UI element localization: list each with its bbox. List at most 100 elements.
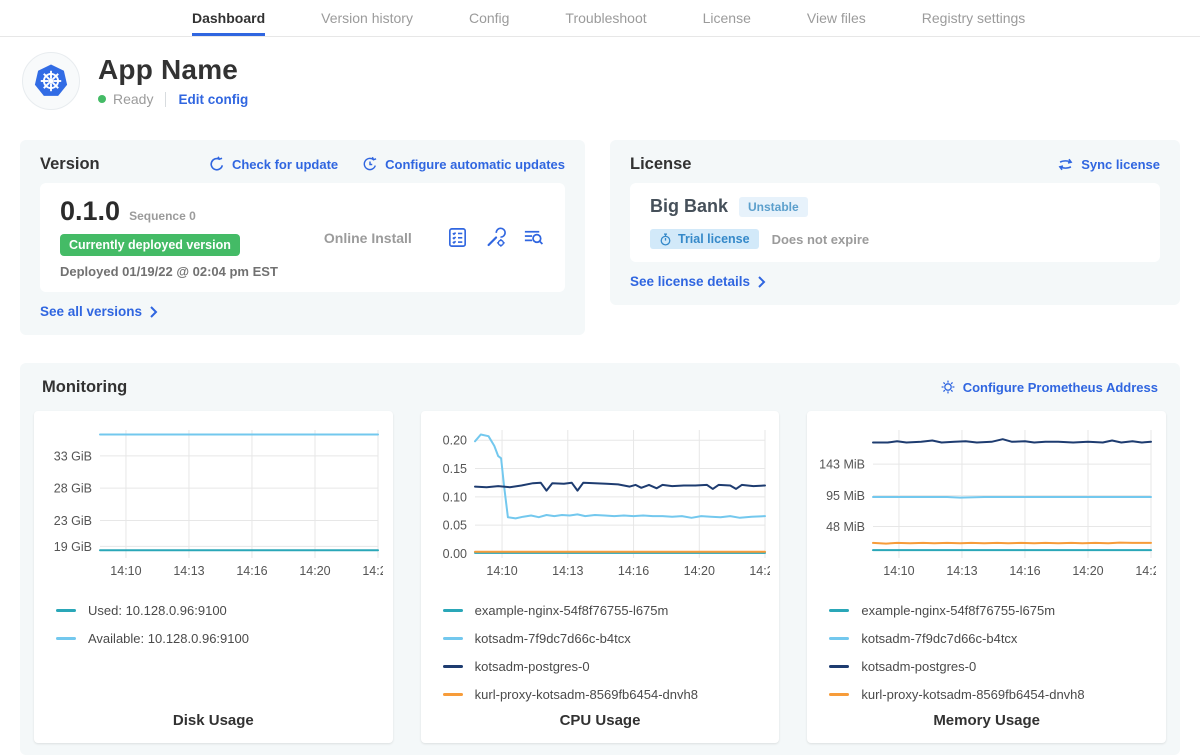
version-card-title: Version [40, 155, 100, 174]
legend-label: kotsadm-7f9dc7d66c-b4tcx [475, 631, 631, 646]
version-card: Version Check for update Configure au [20, 140, 585, 335]
refresh-icon [209, 156, 225, 172]
chart-title: CPU Usage [429, 712, 772, 731]
customer-name: Big Bank [650, 196, 728, 217]
chart-title: Disk Usage [42, 712, 385, 731]
chart-plot-disk-usage: 14:1014:1314:1614:2014:2319 GiB23 GiB28 … [42, 423, 383, 583]
chevron-right-icon [757, 276, 766, 288]
tab-license[interactable]: License [703, 0, 751, 36]
svg-text:19 GiB: 19 GiB [54, 540, 92, 554]
gear-icon [940, 379, 956, 395]
view-config-icon[interactable] [484, 226, 507, 249]
svg-text:14:10: 14:10 [884, 564, 915, 578]
license-box: Big Bank Unstable Trial license Does not… [630, 183, 1160, 262]
legend-label: kotsadm-7f9dc7d66c-b4tcx [861, 631, 1017, 646]
see-all-versions-link[interactable]: See all versions [40, 304, 158, 319]
legend-label: example-nginx-54f8f76755-l675m [475, 603, 669, 618]
status-dot [98, 95, 106, 103]
legend-item: kurl-proxy-kotsadm-8569fb6454-dnvh8 [443, 680, 772, 708]
legend-label: kurl-proxy-kotsadm-8569fb6454-dnvh8 [861, 687, 1084, 702]
tab-version-history[interactable]: Version history [321, 0, 413, 36]
legend-label: kotsadm-postgres-0 [861, 659, 976, 674]
chevron-right-icon [149, 306, 158, 318]
top-nav: Dashboard Version history Config Troublesho… [0, 0, 1200, 37]
divider [165, 92, 166, 107]
svg-text:23 GiB: 23 GiB [54, 514, 92, 528]
svg-text:14:16: 14:16 [236, 564, 267, 578]
svg-text:14:23: 14:23 [1136, 564, 1157, 578]
deployed-badge: Currently deployed version [60, 234, 240, 256]
see-license-details-link[interactable]: See license details [630, 274, 766, 289]
svg-text:0.10: 0.10 [442, 490, 466, 504]
app-header: App Name Ready Edit config [0, 37, 1200, 110]
license-card-title: License [630, 155, 691, 174]
kubernetes-icon [29, 59, 73, 103]
status-text: Ready [113, 91, 153, 107]
svg-text:28 GiB: 28 GiB [54, 482, 92, 496]
legend-label: kotsadm-postgres-0 [475, 659, 590, 674]
legend-dash-icon [829, 609, 849, 612]
license-expiration: Does not expire [772, 232, 870, 247]
svg-text:0.05: 0.05 [442, 519, 466, 533]
chart-plot-cpu-usage: 14:1014:1314:1614:2014:230.000.050.100.1… [429, 423, 770, 583]
legend-dash-icon [829, 665, 849, 668]
legend-item: Used: 10.128.0.96:9100 [56, 596, 385, 624]
version-number: 0.1.0 [60, 196, 120, 227]
svg-text:14:16: 14:16 [1010, 564, 1041, 578]
chart-legend: example-nginx-54f8f76755-l675m kotsadm-7f… [443, 596, 772, 708]
configure-prometheus-button[interactable]: Configure Prometheus Address [940, 379, 1158, 395]
legend-label: kurl-proxy-kotsadm-8569fb6454-dnvh8 [475, 687, 698, 702]
sync-icon [1057, 157, 1074, 172]
configure-automatic-updates-button[interactable]: Configure automatic updates [362, 156, 565, 172]
version-sequence: Sequence 0 [129, 209, 196, 223]
legend-item: kotsadm-7f9dc7d66c-b4tcx [443, 624, 772, 652]
legend-dash-icon [829, 693, 849, 696]
install-type: Online Install [324, 230, 412, 246]
app-logo [22, 52, 80, 110]
svg-text:14:16: 14:16 [618, 564, 649, 578]
charts-row: 14:10 14:13 14:16 14:20 14:23 19 GiB 23 GiB 28 … [34, 411, 1166, 743]
svg-text:14:10: 14:10 [486, 564, 517, 578]
tab-troubleshoot[interactable]: Troubleshoot [565, 0, 646, 36]
legend-item: kotsadm-postgres-0 [443, 652, 772, 680]
legend-item: kotsadm-postgres-0 [829, 652, 1158, 680]
legend-label: Used: 10.128.0.96:9100 [88, 603, 227, 618]
legend-item: kurl-proxy-kotsadm-8569fb6454-dnvh8 [829, 680, 1158, 708]
edit-config-link[interactable]: Edit config [178, 92, 248, 107]
legend-item: example-nginx-54f8f76755-l675m [829, 596, 1158, 624]
legend-item: Available: 10.128.0.96:9100 [56, 624, 385, 652]
svg-text:48 MiB: 48 MiB [826, 520, 865, 534]
svg-text:14:23: 14:23 [749, 564, 770, 578]
schedule-update-icon [362, 156, 378, 172]
monitoring-section: Monitoring Configure Prometheus Address … [20, 363, 1180, 755]
legend-label: example-nginx-54f8f76755-l675m [861, 603, 1055, 618]
svg-text:14:20: 14:20 [683, 564, 714, 578]
check-for-update-button[interactable]: Check for update [209, 156, 338, 172]
page-title: App Name [98, 55, 248, 85]
tab-view-files[interactable]: View files [807, 0, 866, 36]
channel-badge: Unstable [739, 197, 808, 217]
legend-dash-icon [443, 609, 463, 612]
svg-text:14:20: 14:20 [1073, 564, 1104, 578]
chart-card-memory-usage: 14:1014:1314:1614:2014:2348 MiB95 MiB143… [807, 411, 1166, 743]
svg-text:14:10: 14:10 [110, 564, 141, 578]
svg-text:95 MiB: 95 MiB [826, 489, 865, 503]
legend-dash-icon [56, 609, 76, 612]
preflight-checks-icon[interactable] [446, 226, 469, 249]
tab-registry-settings[interactable]: Registry settings [922, 0, 1025, 36]
chart-legend: Used: 10.128.0.96:9100 Available: 10.128.… [56, 596, 385, 708]
license-type-badge: Trial license [650, 229, 759, 249]
deploy-logs-icon[interactable] [522, 226, 545, 249]
current-version-box: 0.1.0 Sequence 0 Currently deployed vers… [40, 183, 565, 292]
legend-dash-icon [829, 637, 849, 640]
sync-license-button[interactable]: Sync license [1057, 157, 1160, 172]
chart-card-cpu-usage: 14:1014:1314:1614:2014:230.000.050.100.1… [421, 411, 780, 743]
chart-plot-memory-usage: 14:1014:1314:1614:2014:2348 MiB95 MiB143… [815, 423, 1156, 583]
tab-dashboard[interactable]: Dashboard [192, 0, 265, 36]
legend-dash-icon [443, 693, 463, 696]
legend-dash-icon [56, 637, 76, 640]
svg-text:14:13: 14:13 [552, 564, 583, 578]
svg-text:14:23: 14:23 [362, 564, 383, 578]
tab-config[interactable]: Config [469, 0, 509, 36]
legend-dash-icon [443, 637, 463, 640]
